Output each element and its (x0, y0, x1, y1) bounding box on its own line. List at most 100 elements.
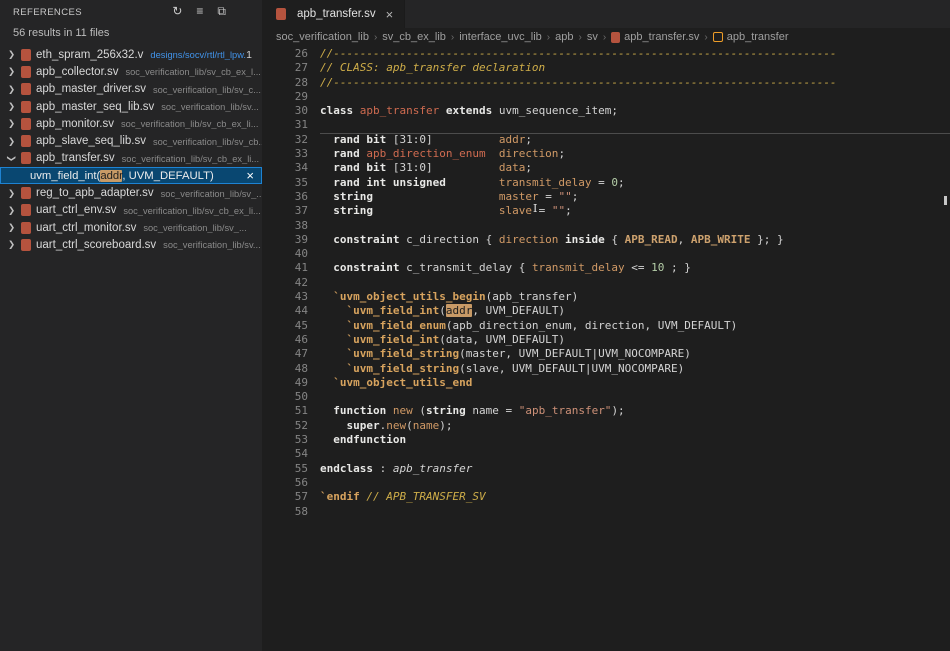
code-line: 49 `uvm_object_utils_end (262, 376, 950, 390)
tab-close-icon[interactable]: × (386, 7, 394, 22)
line-number: 37 (262, 204, 308, 218)
panel-actions: ↻ ≡ ⧉ (172, 4, 226, 18)
refresh-icon[interactable]: ↻ (172, 4, 182, 18)
code-token: apb_transfer (360, 104, 439, 117)
code-line: 50 (262, 390, 950, 404)
file-path: soc_verification_lib/sv_cb_ex_li... (123, 205, 260, 216)
breadcrumb-item[interactable]: apb_transfer.sv (611, 31, 699, 43)
file-row[interactable]: ❯eth_spram_256x32.vdesigns/socv/rtl/rtl_… (0, 46, 262, 63)
code-line: 48 `uvm_field_string(slave, UVM_DEFAULT|… (262, 362, 950, 376)
code-token: 10 (651, 261, 664, 274)
code-line: 54 (262, 447, 950, 461)
code-token: `uvm_object_utils_end (320, 376, 472, 389)
code-line: 27// CLASS: apb_transfer declaration (262, 61, 950, 75)
line-number: 42 (262, 276, 308, 290)
line-text: rand apb_direction_enum direction; (320, 147, 950, 161)
code-line: 52 super.new(name); (262, 419, 950, 433)
code-token: , (678, 233, 691, 246)
file-row[interactable]: ❯apb_transfer.svsoc_verification_lib/sv_… (0, 150, 262, 167)
file-row[interactable]: ❯uart_ctrl_env.svsoc_verification_lib/sv… (0, 202, 262, 219)
code-area[interactable]: 26 //------------------------------------… (262, 46, 950, 651)
code-token: (apb_direction_enum, direction, UVM_DEFA… (446, 319, 737, 332)
file-row[interactable]: ❯apb_monitor.svsoc_verification_lib/sv_c… (0, 115, 262, 132)
breadcrumb-label: interface_uvc_lib (459, 31, 542, 43)
code-token: (data, UVM_DEFAULT) (439, 333, 565, 346)
file-row[interactable]: ❯reg_to_apb_adapter.svsoc_verification_l… (0, 184, 262, 201)
file-row[interactable]: ❯apb_master_seq_lib.svsoc_verification_l… (0, 98, 262, 115)
file-path: soc_verification_lib/sv_... (143, 222, 246, 233)
file-icon (21, 204, 31, 216)
breadcrumb-item[interactable]: sv_cb_ex_lib (382, 31, 446, 43)
line-text: `uvm_field_int(data, UVM_DEFAULT) (320, 333, 950, 347)
panel-header: REFERENCES ↻ ≡ ⧉ (0, 0, 262, 24)
code-line: 39 constraint c_direction { direction in… (262, 233, 950, 247)
code-token: data (499, 161, 526, 174)
file-row[interactable]: ❯apb_collector.svsoc_verification_lib/sv… (0, 63, 262, 80)
breadcrumb-item[interactable]: apb (555, 31, 573, 43)
dismiss-icon[interactable]: × (246, 168, 254, 183)
code-token: `uvm_field_string (320, 347, 459, 360)
code-token (373, 190, 499, 203)
code-token: = (592, 176, 612, 189)
line-number: 51 (262, 404, 308, 418)
line-number: 54 (262, 447, 308, 461)
file-row[interactable]: ❯apb_master_driver.svsoc_verification_li… (0, 81, 262, 98)
code-token: `uvm_field_int (320, 333, 439, 346)
file-row[interactable]: ❯apb_slave_seq_lib.svsoc_verification_li… (0, 132, 262, 149)
match-highlight: addr (446, 304, 473, 317)
collapse-all-icon[interactable]: ⧉ (217, 4, 226, 18)
code-token: APB_READ (625, 233, 678, 246)
line-text: `uvm_field_string(master, UVM_DEFAULT|UV… (320, 347, 950, 361)
reference-row[interactable]: uvm_field_int(addr, UVM_DEFAULT)× (0, 167, 262, 184)
line-text: super.new(name); (320, 419, 950, 433)
file-path: soc_verification_lib/sv... (163, 239, 261, 250)
code-token: function (320, 404, 386, 417)
code-line: 44 `uvm_field_int(addr, UVM_DEFAULT) (262, 304, 950, 318)
line-number: 38 (262, 219, 308, 233)
match-highlight: addr (100, 170, 122, 182)
breadcrumb-item[interactable]: soc_verification_lib (276, 31, 369, 43)
code-token: ( (406, 419, 413, 432)
code-token: inside (558, 233, 604, 246)
line-number: 27 (262, 61, 308, 75)
code-token: endclass (320, 462, 373, 475)
breadcrumb-item[interactable]: interface_uvc_lib (459, 31, 542, 43)
breadcrumb-label: sv_cb_ex_lib (382, 31, 446, 43)
tab-apb-transfer-sv[interactable]: apb_transfer.sv × (262, 0, 405, 28)
file-row[interactable]: ❯uart_ctrl_scoreboard.svsoc_verification… (0, 236, 262, 253)
code-token: rand bit (320, 161, 386, 174)
code-line: 46 `uvm_field_int(data, UVM_DEFAULT) (262, 333, 950, 347)
code-token: ( (413, 404, 426, 417)
line-text: `uvm_field_enum(apb_direction_enum, dire… (320, 319, 950, 333)
code-line: 55endclass : apb_transfer (262, 462, 950, 476)
file-name: eth_spram_256x32.v (36, 49, 143, 61)
clear-results-icon[interactable]: ≡ (196, 4, 203, 18)
code-token: ; (618, 176, 625, 189)
line-number: 31 (262, 118, 308, 132)
chevron-icon: ❯ (5, 136, 18, 147)
code-token: slave (499, 204, 532, 217)
file-name: uart_ctrl_scoreboard.sv (36, 239, 156, 251)
line-text (320, 390, 950, 404)
breadcrumb-item[interactable]: apb_transfer (713, 31, 789, 43)
code-token: string (320, 204, 373, 217)
breadcrumb-item[interactable]: sv (587, 31, 598, 43)
code-line: 37 string slave = ""; (262, 204, 950, 218)
code-token: ; (525, 133, 532, 146)
code-token: "" (558, 190, 571, 203)
file-icon (21, 83, 31, 95)
file-row[interactable]: ❯uart_ctrl_monitor.svsoc_verification_li… (0, 219, 262, 236)
code-token (446, 176, 499, 189)
code-line: 58 (262, 505, 950, 519)
chevron-icon: ❯ (6, 152, 17, 165)
code-token: "apb_transfer" (519, 404, 612, 417)
code-token: //--------------------------------------… (320, 76, 837, 89)
code-token: (apb_transfer) (486, 290, 579, 303)
code-token: "" (552, 204, 565, 217)
breadcrumb-separator: › (450, 32, 455, 43)
panel-title: REFERENCES (13, 7, 82, 18)
file-icon (21, 152, 31, 164)
line-number: 26 (262, 47, 308, 61)
code-token: constraint (320, 261, 399, 274)
code-token: ; } (664, 261, 691, 274)
